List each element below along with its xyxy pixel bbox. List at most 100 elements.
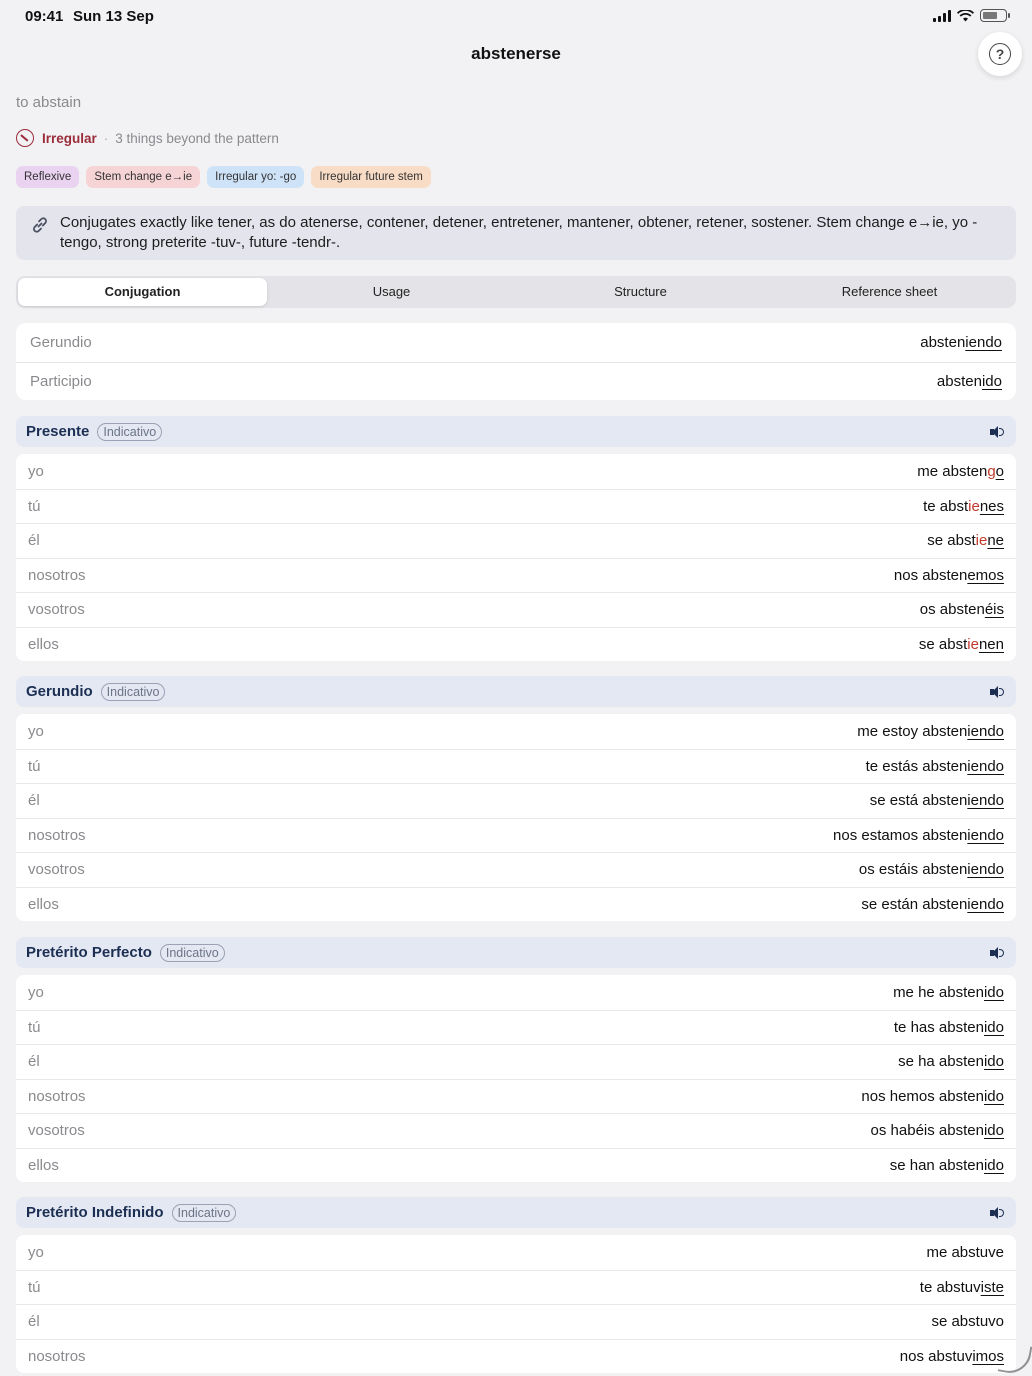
conjugated-form: nos estamos absteniendo (833, 827, 1004, 844)
form-ending: iendo (965, 333, 1002, 351)
verb-translation: to abstain (16, 94, 82, 111)
conjugated-form: os abstenéis (920, 601, 1004, 618)
pronoun-label: yo (28, 722, 44, 740)
pronoun-label: tú (28, 1018, 41, 1036)
conjugated-form: nos hemos abstenido (861, 1088, 1004, 1105)
conjugation-row[interactable]: ellos se abstienen (16, 626, 1016, 662)
conjugation-row[interactable]: tú te estás absteniendo (16, 748, 1016, 784)
form-ending: éis (984, 601, 1004, 619)
speaker-icon[interactable] (990, 1206, 1004, 1219)
info-text: Conjugates exactly like tener, as do ate… (60, 214, 978, 251)
form-stem: me absten (917, 462, 988, 480)
form-ending: nen (978, 635, 1004, 653)
tense-title: Pretérito Indefinido (26, 1204, 164, 1221)
conjugation-row[interactable]: tú te abstienes (16, 488, 1016, 524)
tag-badge: Reflexive (16, 166, 80, 188)
conjugation-row[interactable]: ellos se están absteniendo (16, 886, 1016, 922)
speaker-icon[interactable] (990, 685, 1004, 698)
form-stem: os absten (919, 601, 985, 619)
form-stem: absten (936, 372, 982, 390)
conjugation-row[interactable]: vosotros os estáis absteniendo (16, 852, 1016, 887)
pronoun-label: él (28, 1053, 40, 1071)
tag-list: Reflexive Stem change e→ie Irregular yo: -… (16, 166, 431, 188)
conjugation-row[interactable]: tú te has abstenido (16, 1009, 1016, 1045)
conjugation-row[interactable]: nosotros nos estamos absteniendo (16, 817, 1016, 853)
pronoun-label: ellos (28, 635, 59, 653)
conjugation-table: yo me he absten ido tú te has abstenido él se … (16, 975, 1016, 1182)
tense-header: Gerundio Indicativo (16, 676, 1016, 707)
conjugated-form: se ha abstenido (898, 1053, 1004, 1070)
help-button[interactable]: ? (978, 32, 1022, 76)
form-ending: ne (987, 532, 1004, 550)
form-ending: ido (981, 372, 1002, 390)
status-bar: 09:41 Sun 13 Sep (0, 0, 1032, 32)
pronoun-label: ellos (28, 1156, 59, 1174)
conjugated-form: te has abstenido (894, 1019, 1004, 1036)
pronoun-label: nosotros (28, 826, 86, 844)
irregular-indicator: Irregular · 3 things beyond the pattern (16, 129, 279, 147)
form-label: Participio (30, 372, 92, 390)
conjugation-row[interactable]: nosotros nos abstuvimos (16, 1338, 1016, 1374)
wifi-icon (957, 9, 974, 21)
pronoun-label: vosotros (28, 601, 85, 619)
form-stem: se está absten (869, 792, 968, 810)
status-icons (933, 9, 1010, 22)
conjugation-row[interactable]: él se abstuvo (16, 1304, 1016, 1339)
form-row: Gerundio absteniendo (16, 323, 1016, 362)
pronoun-label: nosotros (28, 1087, 86, 1105)
pronoun-label: ellos (28, 895, 59, 913)
pronoun-label: tú (28, 497, 41, 515)
form-ending: ido (983, 1053, 1004, 1071)
speaker-icon[interactable] (990, 946, 1004, 959)
mood-badge: Indicativo (171, 1203, 237, 1222)
tab-structure[interactable]: Structure (516, 278, 765, 306)
conjugated-form: se abstienen (919, 636, 1004, 653)
form-stem: os estáis absten (858, 861, 968, 879)
conjugation-row[interactable]: yo me estoy absteniendo (16, 714, 1016, 749)
form-stem: os habéis absten (870, 1122, 984, 1140)
pronoun-label: vosotros (28, 861, 85, 879)
conjugation-row[interactable]: él se está absteniendo (16, 783, 1016, 818)
speaker-icon[interactable] (990, 425, 1004, 438)
tab-usage[interactable]: Usage (267, 278, 516, 306)
form-ending: ido (983, 1156, 1004, 1174)
pronoun-label: él (28, 532, 40, 550)
tab-reference-sheet[interactable]: Reference sheet (765, 278, 1014, 306)
form-stem: nos abstuv (899, 1347, 973, 1365)
conjugation-row[interactable]: tú te abstuviste (16, 1269, 1016, 1305)
form-stem: se abstuvo (931, 1313, 1004, 1331)
conjugated-form: me estoy absteniendo (857, 723, 1004, 740)
conjugated-form: se están absteniendo (861, 896, 1004, 913)
form-stem: te abst (923, 497, 969, 515)
conjugation-row[interactable]: vosotros os abstenéis (16, 592, 1016, 627)
conjugated-form: se abstuvo (931, 1313, 1004, 1330)
form-stem: me he absten (893, 983, 984, 1001)
pronoun-label: tú (28, 1278, 41, 1296)
form-ending: ido (983, 1122, 1004, 1140)
pronoun-label: él (28, 792, 40, 810)
page-title: abstenerse (471, 44, 561, 63)
form-stem: se están absten (861, 895, 968, 913)
form-stem: se abst (927, 532, 976, 550)
form-stem: se ha absten (898, 1053, 984, 1071)
conjugation-row[interactable]: él se abstiene (16, 523, 1016, 558)
conjugation-row[interactable]: yo me he abstenido (16, 975, 1016, 1010)
tab-conjugation[interactable]: Conjugation (18, 278, 267, 306)
conjugation-table: yo me estoy absteniendo tú te estás absteni… (16, 714, 1016, 921)
tab-bar: Conjugation Usage Structure Reference sheet (16, 276, 1016, 308)
conjugation-row[interactable]: ellos se han abstenido (16, 1147, 1016, 1183)
conjugation-row[interactable]: yo me abstengo (16, 454, 1016, 489)
tense-section: Pretérito Indefinido Indicativo yo me abstu… (16, 1197, 1016, 1373)
conjugation-row[interactable]: él se ha abstenido (16, 1044, 1016, 1079)
irregular-label: Irregular (42, 130, 97, 146)
pronoun-label: yo (28, 983, 44, 1001)
form-ending: ido (983, 1018, 1004, 1036)
conjugation-row[interactable]: vosotros os habéis abstenido (16, 1113, 1016, 1148)
conjugation-row[interactable]: yo me abstuve (16, 1235, 1016, 1270)
form-row: Participio abstenido (16, 361, 1016, 401)
conjugation-row[interactable]: nosotros nos abstenemos (16, 557, 1016, 593)
info-box: Conjugates exactly like tener, as do ate… (16, 206, 1016, 260)
conjugation-row[interactable]: nosotros nos hemos abstenido (16, 1078, 1016, 1114)
form-stem: te estás absten (865, 757, 968, 775)
form-value: abstenido (937, 373, 1002, 390)
